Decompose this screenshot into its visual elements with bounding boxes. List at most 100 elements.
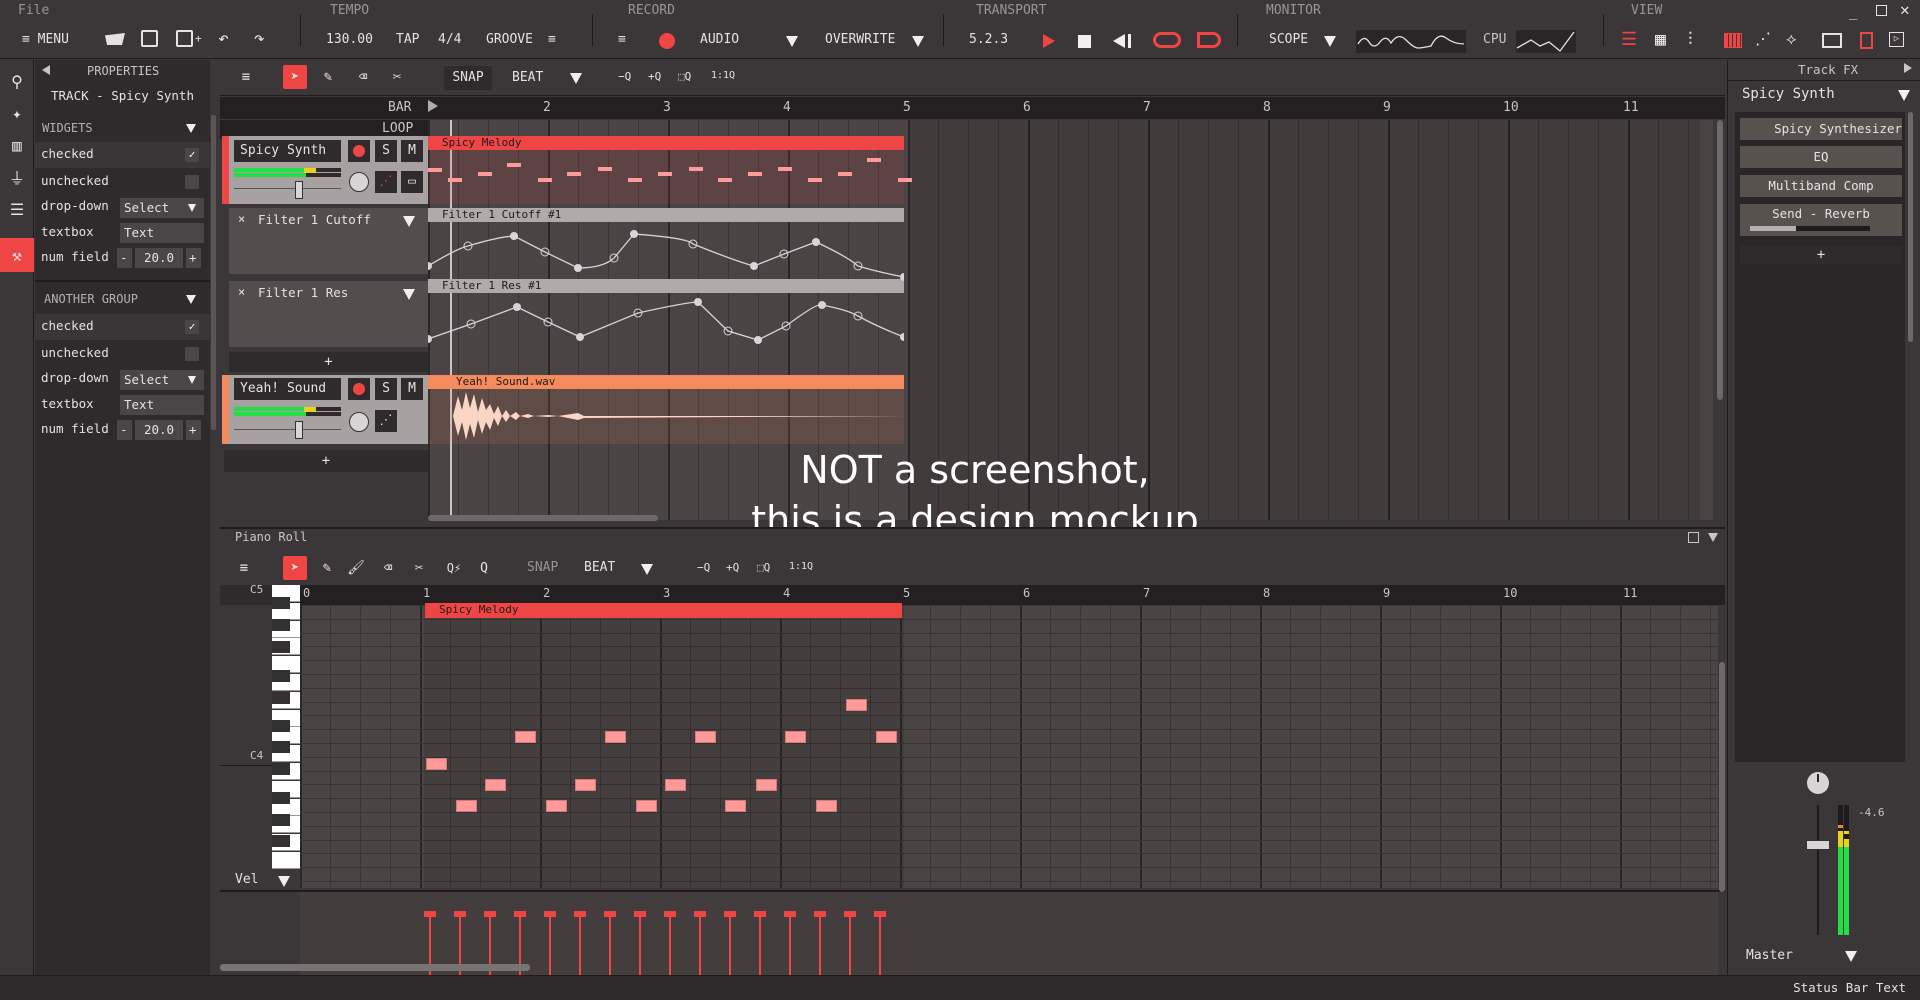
fx-slot[interactable]: EQ (1740, 146, 1902, 168)
piano-roll-grid[interactable] (300, 605, 1718, 888)
piano-roll-view-icon[interactable] (1724, 33, 1742, 48)
group-collapse-icon[interactable] (186, 295, 196, 304)
midi-clip-spicy-melody[interactable]: Spicy Melody (428, 136, 904, 150)
record-menu-icon[interactable]: ≡ (618, 32, 626, 47)
lane-parameter[interactable]: Filter 1 Res (258, 285, 348, 300)
zoom-reset-icon[interactable]: 1:1Q (789, 561, 813, 572)
automation-curves[interactable] (428, 222, 904, 348)
select-tool-icon[interactable]: ➤ (283, 556, 307, 580)
tracklist-view-icon[interactable]: ☰ (1621, 29, 1637, 50)
arranger-h-scrollbar[interactable] (428, 515, 658, 521)
piano-key-black[interactable] (272, 741, 290, 753)
velocity-handle[interactable] (664, 911, 676, 917)
group-collapse-icon[interactable] (186, 124, 196, 133)
master-output-dropdown-icon[interactable] (1845, 951, 1857, 962)
piano-roll-menu-icon[interactable]: ≡ (232, 556, 256, 580)
record-mode[interactable]: AUDIO (700, 32, 739, 47)
redo-icon[interactable]: ↷ (254, 28, 265, 49)
add-fx-button[interactable]: + (1740, 246, 1902, 264)
track-name[interactable]: Yeah! Sound (234, 378, 341, 400)
velocity-handle[interactable] (754, 911, 766, 917)
search-icon[interactable]: ⚲ (0, 66, 34, 96)
piano-key-black[interactable] (272, 763, 290, 775)
midi-note[interactable] (546, 800, 567, 812)
midi-note[interactable] (725, 800, 746, 812)
zoom-out-icon[interactable]: −Q (697, 561, 710, 574)
groove-label[interactable]: GROOVE (486, 32, 533, 47)
track-volume-fader[interactable] (295, 181, 303, 199)
split-view-icon[interactable] (1822, 33, 1842, 48)
collapse-panel-icon[interactable] (42, 65, 50, 75)
fx-track-select[interactable]: Spicy Synth (1742, 86, 1835, 102)
arranger-menu-icon[interactable]: ≡ (234, 65, 258, 89)
audio-browser-icon[interactable]: ✦ (0, 98, 34, 128)
record-mode-dropdown-icon[interactable] (786, 36, 798, 47)
midi-note[interactable] (785, 731, 806, 743)
unchecked-checkbox[interactable] (185, 175, 199, 189)
panel-menu-icon[interactable] (1708, 533, 1718, 542)
piano-key-black[interactable] (272, 692, 290, 704)
time-signature[interactable]: 4/4 (438, 32, 461, 47)
velocity-handle[interactable] (484, 911, 496, 917)
save-icon[interactable] (141, 30, 158, 47)
inspector-view-icon[interactable] (1860, 32, 1873, 49)
zoom-out-icon[interactable]: −Q (618, 70, 631, 83)
lane-close-icon[interactable]: × (238, 285, 245, 299)
playhead-marker-icon[interactable] (428, 100, 438, 112)
midi-note[interactable] (816, 800, 837, 812)
lane-close-icon[interactable]: × (238, 212, 245, 226)
return-on-stop-icon[interactable] (1197, 32, 1221, 48)
snap-dropdown-icon[interactable] (570, 73, 582, 84)
collapse-fx-panel-icon[interactable] (1904, 63, 1912, 73)
zoom-fit-icon[interactable]: ⬚Q (678, 70, 691, 83)
undo-icon[interactable]: ↶ (218, 28, 229, 49)
automation-view-icon[interactable]: ⋰ (1755, 29, 1771, 48)
velocity-handle[interactable] (724, 911, 736, 917)
fx-slot[interactable]: Multiband Comp (1740, 175, 1902, 197)
fx-scrollbar[interactable] (1908, 112, 1913, 342)
unchecked-checkbox[interactable] (185, 347, 199, 361)
monitor-mode[interactable]: SCOPE (1269, 32, 1308, 47)
piano-key-black[interactable] (272, 792, 290, 804)
midi-note[interactable] (636, 800, 657, 812)
mute-button[interactable]: M (401, 140, 423, 162)
fx-slot[interactable]: Spicy Synthesizer (1740, 118, 1902, 140)
piano-roll-h-scrollbar[interactable] (220, 964, 530, 971)
lane-parameter-dropdown-icon[interactable] (403, 216, 415, 227)
mixer-view-icon[interactable]: ⫶ (1688, 29, 1693, 50)
fx-panel-view-icon[interactable]: ▷ (1889, 32, 1904, 47)
piano-key-white[interactable] (272, 852, 300, 869)
cut-tool-icon[interactable]: ✂ (407, 556, 431, 580)
add-track-button[interactable]: + (224, 450, 428, 472)
snap-grid-value[interactable]: BEAT (584, 560, 615, 575)
record-arm-button[interactable] (348, 378, 370, 400)
monitor-mode-dropdown-icon[interactable] (1324, 36, 1336, 47)
playhead-position[interactable]: 5.2.3 (969, 32, 1008, 47)
velocity-handle[interactable] (694, 911, 706, 917)
fx-track-dropdown-icon[interactable] (1898, 90, 1910, 101)
zoom-reset-icon[interactable]: 1:1Q (711, 70, 735, 81)
velocity-lane-dropdown-icon[interactable] (278, 876, 290, 887)
num-decrement-button[interactable]: - (117, 248, 132, 268)
bar-ruler[interactable] (220, 97, 1725, 119)
track-pan-knob[interactable] (349, 172, 369, 192)
groove-menu-icon[interactable]: ≡ (548, 32, 556, 47)
file-menu[interactable]: File (18, 3, 49, 18)
properties-scrollbar[interactable] (211, 115, 216, 430)
overwrite-dropdown-icon[interactable] (912, 36, 924, 47)
piano-key-black[interactable] (272, 641, 290, 653)
velocity-handle[interactable] (544, 911, 556, 917)
piano-key-black[interactable] (272, 720, 290, 732)
cut-tool-icon[interactable]: ✂ (385, 65, 409, 89)
fx-slot-send[interactable]: Send - Reverb (1740, 204, 1902, 236)
zoom-fit-icon[interactable]: ⬚Q (757, 561, 770, 574)
num-increment-button[interactable]: + (186, 420, 201, 440)
snap-toggle[interactable]: SNAP (444, 66, 492, 90)
audio-editor-view-icon[interactable]: ⟡ (1786, 29, 1797, 49)
piano-key-black[interactable] (272, 619, 290, 631)
eraser-tool-icon[interactable]: ⌫ (376, 556, 400, 580)
midi-note[interactable] (575, 779, 596, 791)
pencil-tool-icon[interactable]: ✎ (315, 556, 339, 580)
properties-tools-icon[interactable]: ⚒ (0, 238, 34, 272)
midi-note[interactable] (456, 800, 477, 812)
